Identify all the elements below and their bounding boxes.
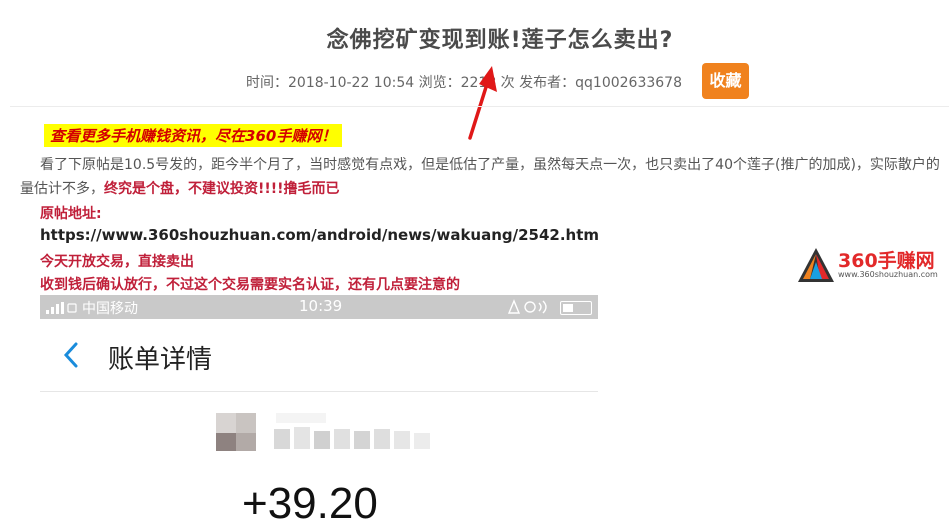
- header-divider: [10, 106, 949, 107]
- paragraph-emphasis: 终究是个盘，不建议投资!!!!撸毛而已: [104, 181, 340, 197]
- article-meta: 时间：2018-10-22 10:54 浏览：2218 次 发布者：qq1002…: [246, 75, 682, 91]
- site-logo[interactable]: 360手赚网 www.360shouzhuan.com: [798, 242, 938, 286]
- source-label: 原帖地址:: [40, 206, 102, 222]
- phone-screenshot: 中国移动 10:39 账单详情 +39.20: [40, 295, 598, 531]
- signal-icon: [46, 302, 77, 314]
- phone-clock: 10:39: [299, 297, 343, 315]
- source-url-link[interactable]: https://www.360shouzhuan.com/android/new…: [40, 226, 599, 244]
- article-paragraph: 看了下原帖是10.5号发的，距今半个月了，当时感觉有点戏，但是低估了产量，虽然每…: [20, 153, 940, 201]
- nav-divider: [40, 391, 598, 392]
- promo-banner-link[interactable]: 查看更多手机赚钱资讯，尽在360手赚网！: [44, 124, 343, 147]
- article-title: 念佛挖矿变现到账!莲子怎么卖出?: [326, 28, 674, 53]
- notice-line: 收到钱后确认放行，不过这个交易需要实名认证，还有几点要注意的: [40, 277, 460, 293]
- annotation-arrow-icon: [468, 66, 497, 140]
- logo-url: www.360shouzhuan.com: [838, 270, 938, 279]
- bill-detail-title: 账单详情: [108, 345, 213, 375]
- triangle-logo-icon: [798, 248, 834, 282]
- alarm-icon: [507, 299, 547, 314]
- logo-name: 360手赚网: [838, 250, 935, 272]
- trade-open-line: 今天开放交易，直接卖出: [40, 254, 194, 270]
- battery-icon: [560, 301, 592, 315]
- blurred-payer-name: [216, 413, 430, 451]
- phone-status-bar: 中国移动 10:39: [40, 295, 598, 319]
- phone-carrier: 中国移动: [82, 301, 138, 317]
- back-chevron-icon: [63, 342, 78, 368]
- bill-amount: +39.20: [242, 479, 378, 528]
- favorite-button[interactable]: 收藏: [702, 63, 749, 99]
